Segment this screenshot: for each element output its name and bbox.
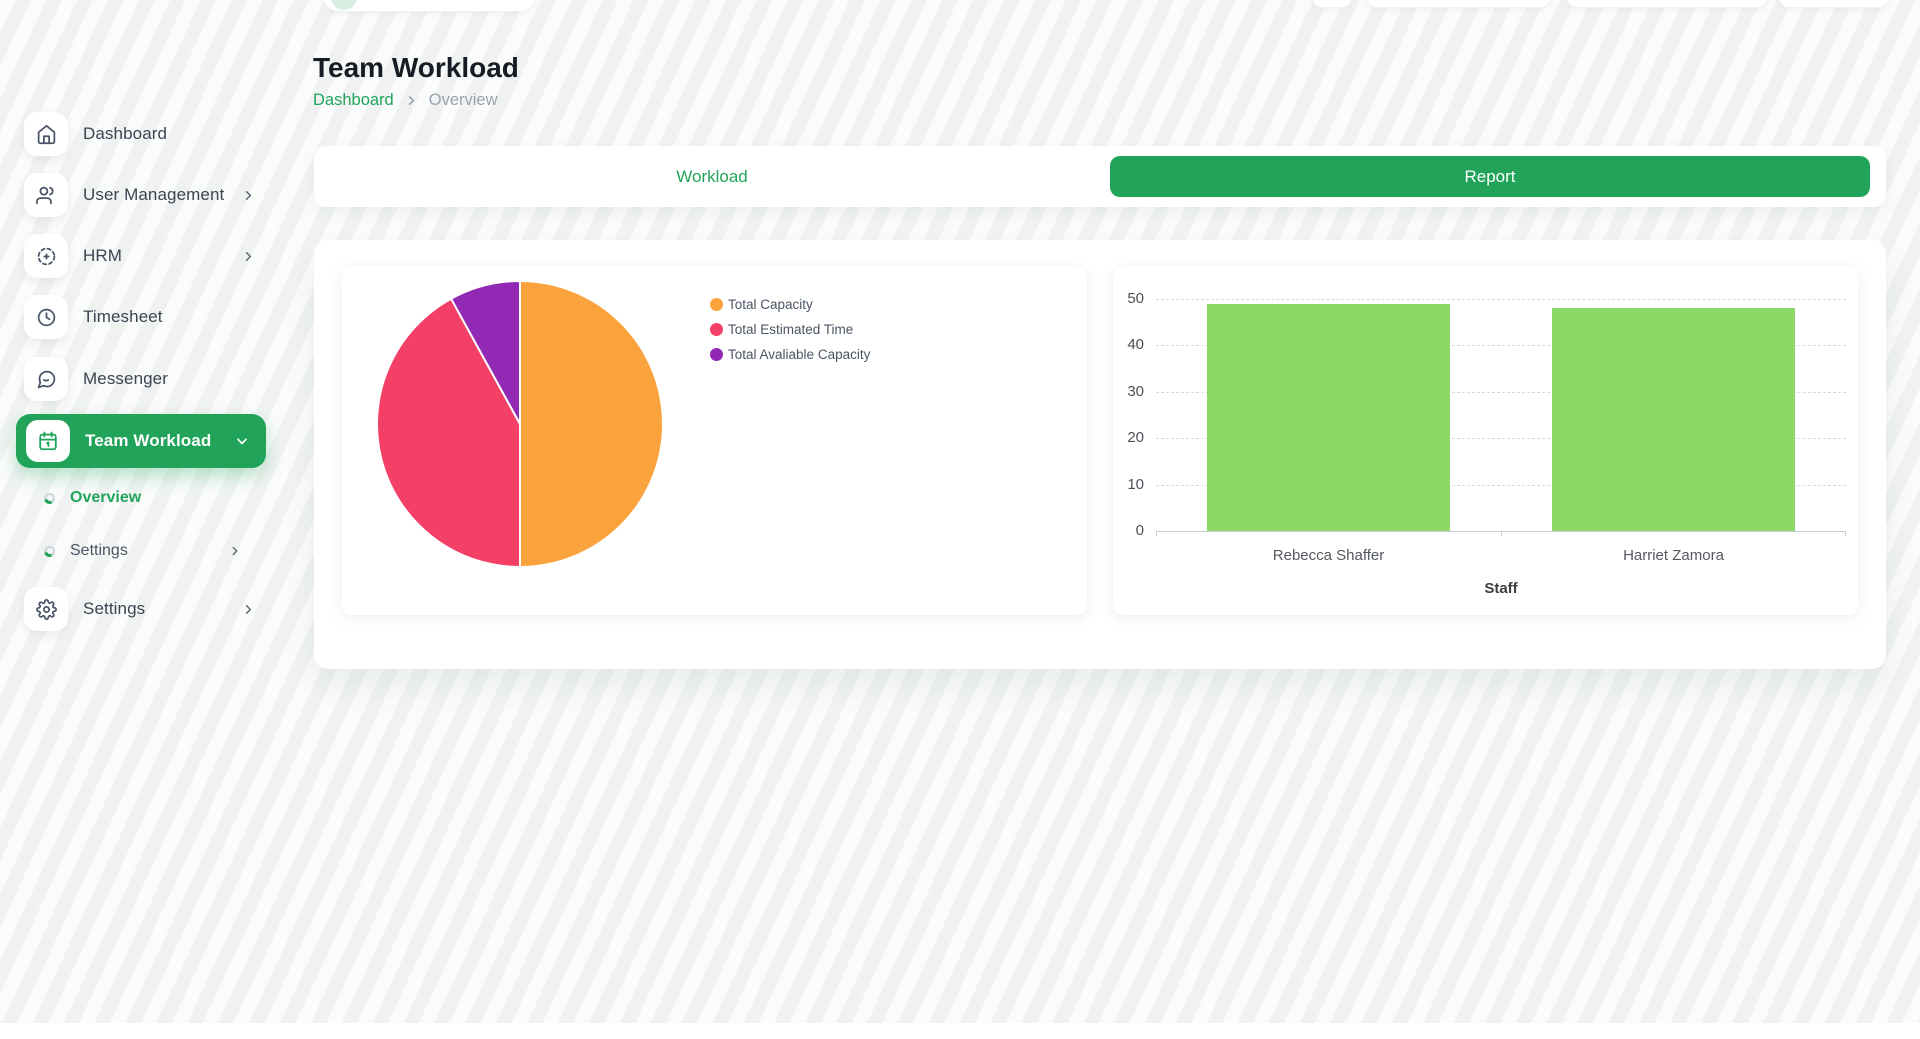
x-axis-tick [1845, 532, 1846, 536]
sidebar-item-hrm[interactable]: HRM [24, 234, 266, 278]
legend-label: Total Estimated Time [728, 322, 853, 337]
capacity-pie-chart [375, 279, 665, 569]
pie-legend: Total Capacity Total Estimated Time Total … [710, 296, 870, 363]
sidebar-item-label: Messenger [83, 369, 168, 389]
legend-dot-icon [710, 323, 723, 336]
chevron-right-icon [241, 602, 256, 617]
header-partial-button-3[interactable] [1567, 0, 1768, 8]
progress-ring-icon [44, 493, 55, 504]
pie-slice-0[interactable] [520, 281, 663, 567]
y-axis-tick-label: 10 [1110, 476, 1144, 493]
legend-label: Total Capacity [728, 297, 813, 312]
sidebar-item-label: HRM [83, 246, 122, 266]
staff-bar-chart: 50403020100Rebecca ShafferHarriet Zamora… [1156, 299, 1846, 531]
y-axis-tick-label: 50 [1110, 290, 1144, 307]
sidebar-item-label: Timesheet [83, 307, 163, 327]
users-icon [24, 173, 68, 217]
gridline-y-50 [1156, 299, 1846, 300]
x-axis-category-label: Rebecca Shaffer [1156, 547, 1501, 564]
chevron-right-icon [241, 249, 256, 264]
breadcrumb: Dashboard Overview [313, 90, 498, 110]
charts-panel: Total Capacity Total Estimated Time Total … [314, 240, 1886, 669]
header-partial-avatar [331, 0, 357, 10]
x-axis-title: Staff [1156, 580, 1846, 597]
legend-dot-icon [710, 348, 723, 361]
chevron-right-icon [228, 544, 242, 558]
tab-report[interactable]: Report [1110, 156, 1870, 197]
x-axis-category-label: Harriet Zamora [1501, 547, 1846, 564]
chevron-right-icon [404, 93, 419, 108]
home-icon [24, 112, 68, 156]
capacity-pie-card: Total Capacity Total Estimated Time Total … [342, 266, 1087, 615]
breadcrumb-current: Overview [429, 91, 498, 110]
sidebar-subitem-label: Overview [70, 489, 141, 507]
y-axis-tick-label: 40 [1110, 336, 1144, 353]
sidebar-item-label: Dashboard [83, 124, 167, 144]
legend-item-2[interactable]: Total Avaliable Capacity [710, 346, 870, 363]
progress-ring-icon [44, 546, 55, 557]
sidebar-item-dashboard[interactable]: Dashboard [24, 112, 266, 156]
tab-workload[interactable]: Workload [314, 146, 1110, 207]
header-partial-button-1[interactable] [1312, 0, 1352, 8]
chevron-right-icon [241, 188, 256, 203]
header-partial-button-4[interactable] [1779, 0, 1889, 8]
sidebar-subitem-settings[interactable]: Settings [24, 538, 254, 564]
header-partial-button-2[interactable] [1367, 0, 1551, 8]
calendar-icon [26, 420, 70, 462]
legend-item-0[interactable]: Total Capacity [710, 296, 870, 313]
sidebar-item-settings[interactable]: Settings [24, 587, 266, 631]
legend-dot-icon [710, 298, 723, 311]
sidebar-item-timesheet[interactable]: Timesheet [24, 295, 266, 339]
sidebar-item-user-management[interactable]: User Management [24, 173, 266, 217]
sidebar-item-messenger[interactable]: Messenger [24, 357, 266, 401]
page-title: Team Workload [313, 52, 519, 84]
y-axis-tick-label: 0 [1110, 522, 1144, 539]
x-axis-tick [1501, 532, 1502, 536]
sidebar-subitem-overview[interactable]: Overview [24, 485, 254, 511]
breadcrumb-dashboard-link[interactable]: Dashboard [313, 91, 394, 110]
y-axis-tick-label: 30 [1110, 383, 1144, 400]
sidebar-item-label: User Management [83, 185, 224, 205]
sidebar-item-label: Team Workload [85, 431, 211, 451]
sidebar-subitem-label: Settings [70, 542, 128, 560]
sidebar-item-team-workload[interactable]: Team Workload [16, 414, 266, 468]
gear-icon [24, 587, 68, 631]
legend-item-1[interactable]: Total Estimated Time [710, 321, 870, 338]
bar-rebecca-shaffer[interactable] [1207, 304, 1450, 531]
view-switch-tabbar: Workload Report [314, 146, 1886, 207]
tab-workload-label: Workload [676, 167, 748, 187]
header-partial-searchbar[interactable] [322, 0, 537, 12]
target-icon [24, 234, 68, 278]
bar-harriet-zamora[interactable] [1552, 308, 1795, 531]
chevron-down-icon [234, 433, 250, 449]
staff-bar-card: 50 40 30 20 10 0 Rebecca ShafferHarriet Zamora… [1113, 266, 1858, 615]
chat-icon [24, 357, 68, 401]
sidebar-item-label: Settings [83, 599, 145, 619]
bottom-white-strip [0, 1023, 1920, 1039]
x-axis-tick [1156, 532, 1157, 536]
y-axis-tick-label: 20 [1110, 429, 1144, 446]
legend-label: Total Avaliable Capacity [728, 347, 870, 362]
clock-icon [24, 295, 68, 339]
